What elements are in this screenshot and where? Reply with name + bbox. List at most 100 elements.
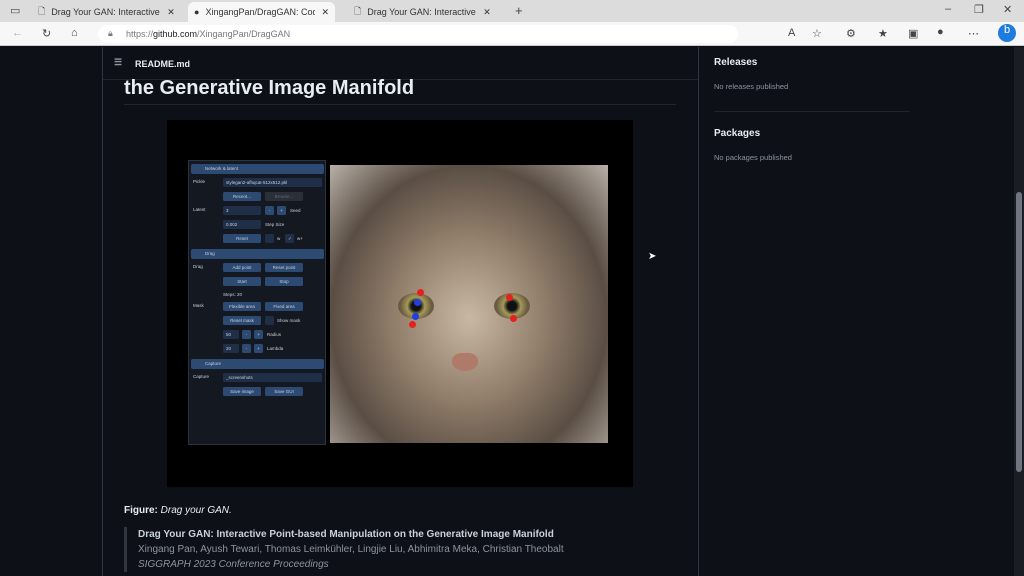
radius-field: 50 — [223, 330, 239, 339]
readme-header: ☰ README.md — [103, 47, 698, 80]
scrollbar[interactable] — [1014, 47, 1024, 576]
favorite-icon[interactable]: ☆ — [812, 27, 822, 40]
handle-point — [417, 289, 424, 296]
seed-field: 3 — [223, 206, 261, 215]
add-point-button: Add point — [223, 263, 261, 272]
recent-button: Recent... — [223, 192, 261, 201]
stop-button: Stop — [265, 277, 303, 286]
refresh-icon[interactable]: ↻ — [42, 27, 51, 40]
show-mask-checkbox — [265, 316, 274, 325]
url-path: /XingangPan/DragGAN — [197, 29, 291, 39]
capture-field: _screenshots — [223, 373, 322, 382]
packages-empty-text: No packages published — [714, 153, 792, 162]
scrollbar-thumb[interactable] — [1016, 192, 1022, 472]
bing-icon[interactable]: b — [998, 24, 1016, 42]
minus-button: - — [265, 206, 274, 215]
citation-quote: Drag Your GAN: Interactive Point-based M… — [124, 527, 564, 572]
label: w+ — [297, 236, 303, 241]
new-tab-icon[interactable]: + — [515, 3, 523, 18]
label: Capture — [193, 374, 210, 379]
label: w — [277, 236, 281, 241]
close-icon[interactable]: ✕ — [321, 7, 329, 18]
list-icon[interactable]: ☰ — [114, 57, 122, 68]
url-prefix: https:// — [126, 29, 154, 39]
cat-nose — [452, 353, 478, 371]
extensions-icon[interactable]: ⚙ — [846, 27, 856, 40]
minimize-icon[interactable]: – — [945, 3, 951, 15]
lock-icon: 🔒︎ — [108, 28, 113, 38]
label: Pickle — [193, 179, 206, 184]
label: Drag — [193, 264, 203, 269]
browse-button: Browse... — [265, 192, 303, 201]
close-window-icon[interactable]: ✕ — [1003, 3, 1012, 16]
readme-panel: ☰ README.md the Generative Image Manifold… — [102, 47, 699, 576]
label: Step Size — [265, 222, 285, 227]
steps-text: Steps: 20 — [223, 292, 243, 297]
profile-icon[interactable]: ● — [937, 26, 944, 38]
releases-empty-text: No releases published — [714, 82, 789, 91]
tab-actions-icon[interactable]: ▭ — [10, 4, 20, 17]
draggan-gui-panel: Network & latent Pickle stylegan2-afhqca… — [188, 160, 326, 445]
more-icon[interactable]: ⋯ — [968, 27, 979, 40]
label: Mask — [193, 303, 204, 308]
section-drag: Drag — [191, 249, 324, 259]
demo-figure: Network & latent Pickle stylegan2-afhqca… — [167, 120, 633, 487]
read-aloud-icon[interactable]: A — [788, 27, 795, 39]
start-button: Start — [223, 277, 261, 286]
tab-title: Drag Your GAN: Interactive Point-based — [51, 7, 161, 17]
reset-mask-button: Reset mask — [223, 316, 261, 325]
label: Lambda — [267, 346, 284, 351]
paper-venue: SIGGRAPH 2023 Conference Proceedings — [138, 559, 329, 570]
close-icon[interactable]: ✕ — [483, 7, 491, 18]
section-capture: Capture — [191, 359, 324, 369]
wplus-checkbox: ✓ — [285, 234, 294, 243]
collections-icon[interactable]: ▣ — [908, 27, 918, 40]
address-bar: ← ↻ ⌂ 🔒︎ https://github.com/XingangPan/Dr… — [0, 22, 1024, 46]
reset-button: Reset — [223, 234, 261, 243]
minus-button: - — [242, 344, 251, 353]
readme-filename: README.md — [135, 59, 191, 69]
lambda-field: 20 — [223, 344, 239, 353]
target-point — [412, 313, 419, 320]
tab-3[interactable]: 🗋 Drag Your GAN: Interactive Point-based ✕ — [348, 2, 497, 22]
save-gui-button: Save GUI — [265, 387, 303, 396]
home-icon[interactable]: ⌂ — [71, 27, 78, 39]
maximize-icon[interactable]: ❐ — [974, 3, 984, 16]
releases-heading[interactable]: Releases — [714, 57, 757, 68]
tab-title: Drag Your GAN: Interactive Point-based — [367, 7, 477, 17]
tab-1[interactable]: 🗋 Drag Your GAN: Interactive Point-based ✕ — [32, 2, 181, 22]
plus-button: + — [254, 330, 263, 339]
packages-heading[interactable]: Packages — [714, 128, 760, 139]
readme-heading: the Generative Image Manifold — [124, 77, 676, 105]
plus-button: + — [277, 206, 286, 215]
page-icon: 🗋 — [38, 6, 46, 16]
paper-title: Drag Your GAN: Interactive Point-based M… — [138, 529, 554, 540]
back-icon[interactable]: ← — [12, 27, 23, 39]
github-icon: ● — [194, 7, 200, 17]
save-image-button: Save image — [223, 387, 261, 396]
pickle-field: stylegan2-afhqcat-512x512.pkl — [223, 178, 322, 187]
tab-bar: ▭ 🗋 Drag Your GAN: Interactive Point-base… — [0, 0, 1024, 22]
label: Seed — [290, 208, 301, 213]
handle-point — [409, 321, 416, 328]
label: Radius — [267, 332, 282, 337]
cat-image — [330, 165, 608, 443]
w-checkbox — [265, 234, 274, 243]
tab-2[interactable]: ● XingangPan/DragGAN: Code for ✕ — [188, 2, 335, 22]
close-icon[interactable]: ✕ — [167, 7, 175, 18]
url-domain: github.com — [153, 29, 198, 39]
handle-point — [510, 315, 517, 322]
flexible-area-button: Flexible area — [223, 302, 261, 311]
label: Show mask — [277, 318, 301, 323]
minus-button: - — [242, 330, 251, 339]
favorites-icon[interactable]: ★ — [878, 27, 888, 40]
figure-caption: Figure: Drag your GAN. — [124, 505, 232, 516]
divider — [714, 111, 910, 112]
handle-point — [506, 294, 513, 301]
reset-point-button: Reset point — [265, 263, 303, 272]
url-input[interactable]: 🔒︎ https://github.com/XingangPan/DragGAN — [98, 25, 738, 43]
target-point — [414, 299, 421, 306]
paper-authors: Xingang Pan, Ayush Tewari, Thomas Leimkü… — [138, 544, 564, 555]
step-field: 0.002 — [223, 220, 261, 229]
page-icon: 🗋 — [354, 6, 362, 16]
